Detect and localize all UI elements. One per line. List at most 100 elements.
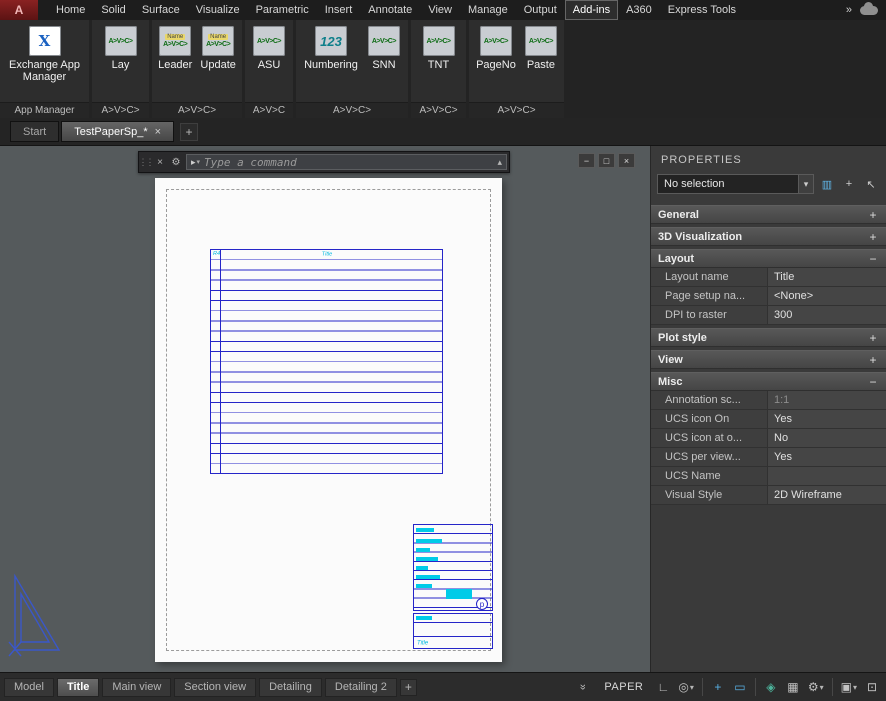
isodraft-icon[interactable]: ◎▾ xyxy=(675,677,697,698)
command-grip-icon[interactable]: ⋮⋮ xyxy=(139,152,152,172)
highlighted-cell xyxy=(446,589,472,599)
layout-tab-section-view[interactable]: Section view xyxy=(174,678,256,697)
tab-express-tools[interactable]: Express Tools xyxy=(660,0,744,20)
numbering-button[interactable]: 123 Numbering xyxy=(302,24,360,73)
ucs-icon-on-value[interactable]: Yes xyxy=(767,410,886,428)
ucs-icon-at-origin-value[interactable]: No xyxy=(767,429,886,447)
panel-footer-avc-5[interactable]: A>V>C> xyxy=(411,102,466,118)
tnt-button[interactable]: A>V>C> TNT xyxy=(421,24,457,73)
file-tab-start[interactable]: Start xyxy=(10,121,59,142)
expand-icon[interactable]: + xyxy=(867,353,879,367)
exchange-app-manager-button[interactable]: X Exchange App Manager xyxy=(3,24,87,85)
annotation-autoscale-icon[interactable]: ▭ xyxy=(730,677,750,698)
autocad-logo-icon[interactable]: A xyxy=(0,0,38,20)
tab-visualize[interactable]: Visualize xyxy=(188,0,248,20)
object-isolate-icon[interactable]: ▣▾ xyxy=(838,677,860,698)
panel-footer-avc-1[interactable]: A>V>C> xyxy=(92,102,149,118)
tab-surface[interactable]: Surface xyxy=(134,0,188,20)
paste-button[interactable]: A>V>C> Paste xyxy=(523,24,559,73)
minimize-window-icon[interactable]: − xyxy=(578,153,595,168)
layout-tab-model[interactable]: Model xyxy=(4,678,54,697)
tab-overflow-icon[interactable]: » xyxy=(846,4,852,16)
avc-icon: A>V>C> xyxy=(253,26,285,56)
avc-icon: A>V>C> xyxy=(480,26,512,56)
drawing-canvas[interactable]: ⋮⋮ × ⚙ ▸▾ ▴ − □ × R4 Title xyxy=(0,146,650,672)
panel-footer-avc-4[interactable]: A>V>C> xyxy=(296,102,408,118)
panel-footer-app-manager[interactable]: App Manager xyxy=(0,102,89,118)
annotation-scale-value[interactable]: 1:1 xyxy=(767,391,886,409)
lay-button[interactable]: A>V>C> Lay xyxy=(103,24,139,73)
quick-select-icon[interactable]: ▥ xyxy=(818,175,836,193)
tab-insert[interactable]: Insert xyxy=(317,0,361,20)
layout-tab-main-view[interactable]: Main view xyxy=(102,678,171,697)
chevron-double-down-icon[interactable]: « xyxy=(577,684,589,690)
tab-a360[interactable]: A360 xyxy=(618,0,660,20)
paper-space-toggle[interactable]: PAPER xyxy=(596,681,651,693)
selection-dropdown[interactable]: No selection ▾ xyxy=(657,174,814,194)
command-history-icon[interactable]: ▴ xyxy=(497,157,502,168)
pageno-button[interactable]: A>V>C> PageNo xyxy=(474,24,518,73)
update-button[interactable]: NameA>V>C> Update xyxy=(198,24,237,73)
section-view[interactable]: View + xyxy=(651,350,886,369)
leader-button[interactable]: NameA>V>C> Leader xyxy=(156,24,194,73)
ucs-per-viewport-value[interactable]: Yes xyxy=(767,448,886,466)
annotation-visibility-icon[interactable]: + xyxy=(708,677,728,698)
tab-annotate[interactable]: Annotate xyxy=(360,0,420,20)
title-block-label: Title xyxy=(417,640,428,646)
page-setup-value[interactable]: <None> xyxy=(767,287,886,305)
tab-view[interactable]: View xyxy=(420,0,460,20)
tab-parametric[interactable]: Parametric xyxy=(248,0,317,20)
property-row: Annotation sc... 1:1 xyxy=(651,391,886,410)
ribbon-panel-asu: A>V>C> ASU A>V>C xyxy=(245,20,293,118)
close-tab-icon[interactable]: × xyxy=(155,126,161,138)
chevron-down-icon[interactable]: ▾ xyxy=(798,175,813,193)
quick-properties-icon[interactable]: ▦ xyxy=(783,677,803,698)
annotation-scale-icon[interactable]: ◈ xyxy=(761,677,781,698)
section-general[interactable]: General + xyxy=(651,205,886,224)
ribbon-panel-app-manager: X Exchange App Manager App Manager xyxy=(0,20,89,118)
select-objects-icon[interactable]: ↖ xyxy=(862,175,880,193)
ortho-icon[interactable]: ∟ xyxy=(653,677,673,698)
tab-output[interactable]: Output xyxy=(516,0,565,20)
section-misc[interactable]: Misc − xyxy=(651,372,886,391)
ucs-name-value[interactable] xyxy=(767,467,886,485)
visual-style-value[interactable]: 2D Wireframe xyxy=(767,486,886,504)
close-window-icon[interactable]: × xyxy=(618,153,635,168)
expand-icon[interactable]: + xyxy=(867,331,879,345)
tab-manage[interactable]: Manage xyxy=(460,0,516,20)
expand-icon[interactable]: + xyxy=(867,208,879,222)
new-drawing-button[interactable]: + xyxy=(180,123,198,141)
customize-wrench-icon[interactable]: ⚙ xyxy=(168,152,184,172)
layout-tab-detailing-2[interactable]: Detailing 2 xyxy=(325,678,397,697)
dpi-to-raster-value[interactable]: 300 xyxy=(767,306,886,324)
section-3d-visualization[interactable]: 3D Visualization + xyxy=(651,227,886,246)
panel-footer-avc-3[interactable]: A>V>C xyxy=(245,102,293,118)
section-plot-style[interactable]: Plot style + xyxy=(651,328,886,347)
expand-icon[interactable]: + xyxy=(867,230,879,244)
tab-solid[interactable]: Solid xyxy=(93,0,133,20)
workspace-gear-icon[interactable]: ⚙▾ xyxy=(805,677,827,698)
window-controls: − □ × xyxy=(578,153,635,168)
avc-icon: A>V>C> xyxy=(423,26,455,56)
section-layout[interactable]: Layout − xyxy=(651,249,886,268)
restore-window-icon[interactable]: □ xyxy=(598,153,615,168)
panel-footer-avc-2[interactable]: A>V>C> xyxy=(152,102,242,118)
tab-home[interactable]: Home xyxy=(48,0,93,20)
close-command-icon[interactable]: × xyxy=(152,152,168,172)
panel-footer-avc-6[interactable]: A>V>C> xyxy=(469,102,564,118)
toggle-pickadd-icon[interactable]: + xyxy=(840,175,858,193)
asu-button[interactable]: A>V>C> ASU xyxy=(251,24,287,73)
command-input[interactable] xyxy=(204,156,493,169)
spec-table-corner-label: R4 xyxy=(213,251,220,257)
snn-button[interactable]: A>V>C> SNN xyxy=(366,24,402,73)
layout-tab-detailing[interactable]: Detailing xyxy=(259,678,322,697)
collapse-icon[interactable]: − xyxy=(867,375,879,389)
file-tab-testpapersp[interactable]: TestPaperSp_* × xyxy=(61,121,174,142)
cloud-icon[interactable] xyxy=(860,6,878,15)
layout-name-value[interactable]: Title xyxy=(767,268,886,286)
tab-add-ins[interactable]: Add-ins xyxy=(565,0,618,20)
layout-tab-title[interactable]: Title xyxy=(57,678,99,697)
graphics-performance-icon[interactable]: ⊡ xyxy=(862,677,882,698)
new-layout-button[interactable]: + xyxy=(400,679,417,696)
collapse-icon[interactable]: − xyxy=(867,252,879,266)
